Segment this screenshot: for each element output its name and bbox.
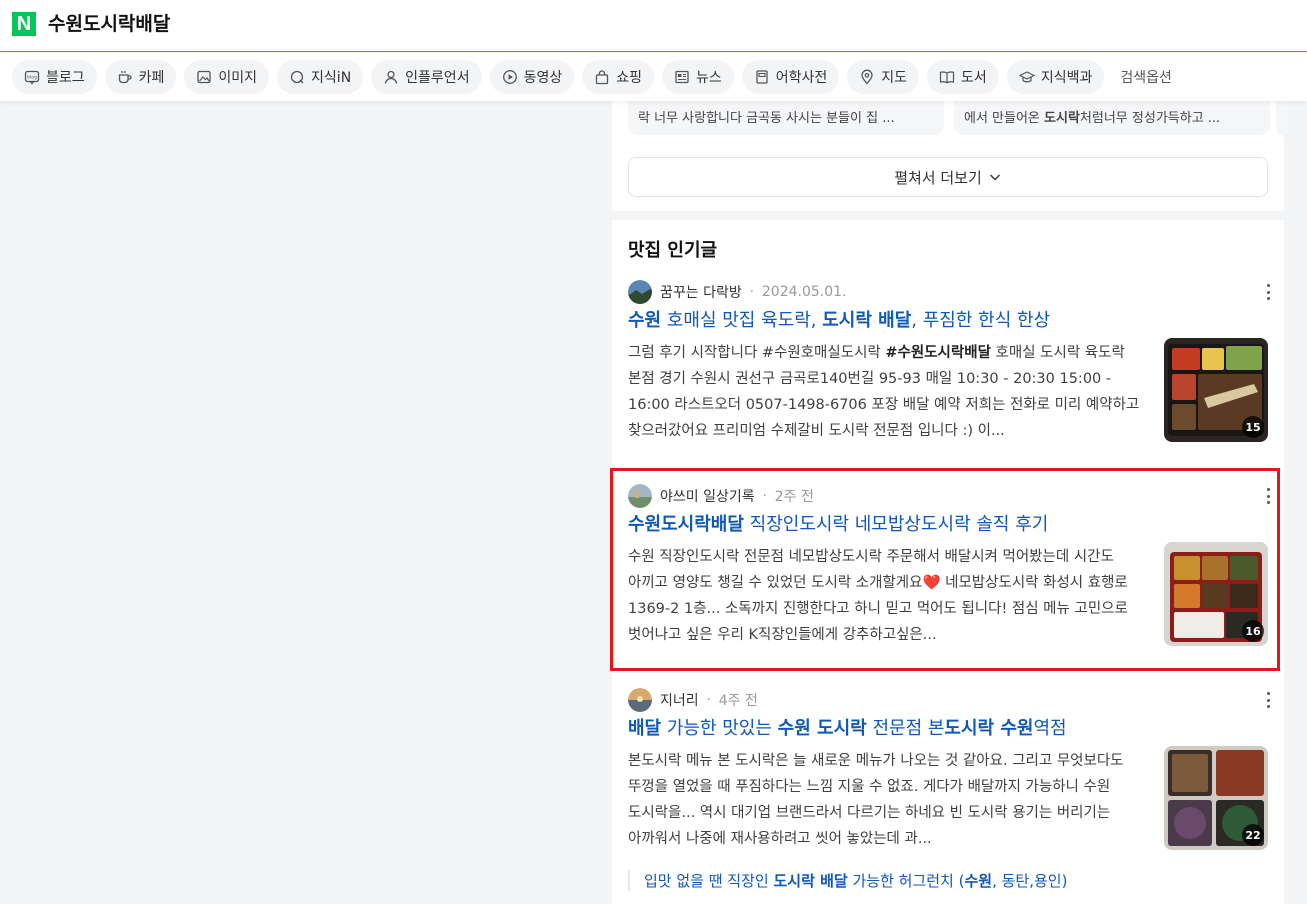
post-author[interactable]: 야쓰미 일상기록 [660,486,755,506]
search-header: N 수원도시락배달 [0,0,1307,52]
post-item: 야쓰미 일상기록 · 2주 전 수원도시락배달 직장인도시락 네모밥상도시락 솔… [612,484,1284,664]
tab-label: 인플루언서 [405,70,470,86]
post-item: 지너리 · 4주 전 배달 가능한 맛있는 수원 도시락 전문점 본도시락 수원… [612,688,1284,868]
news-icon [675,70,689,84]
post-title-link[interactable]: 수원도시락배달 직장인도시락 네모밥상도시락 솔직 후기 [628,510,1048,536]
cafe-icon [118,71,132,84]
related-post-link[interactable]: 입맛 없을 땐 직장인 도시락 배달 가능한 허그런치 (수원, 동탄,용인) [628,870,1268,891]
shopping-bag-icon [596,70,609,85]
tab-label: 지도 [881,70,908,86]
map-pin-icon [861,69,873,85]
tab-book[interactable]: 도서 [927,60,999,94]
tab-encyclopedia[interactable]: 지식백과 [1006,60,1105,94]
separator: · [706,692,711,708]
tab-video[interactable]: 동영상 [489,60,575,94]
image-count-badge: 22 [1242,824,1264,846]
naver-logo[interactable]: N [12,12,36,36]
tab-image[interactable]: 이미지 [184,60,270,94]
heart-emoji: ❤️ [922,575,941,591]
post-excerpt[interactable]: 본도시락 메뉴 본 도시락은 늘 새로운 메뉴가 나오는 것 같아요. 그리고 … [628,748,1148,852]
post-item: 꿈꾸는 다락방 · 2024.05.01. 수원 호매실 맛집 육도락, 도시락… [612,280,1284,460]
more-options-icon[interactable] [1266,692,1270,708]
tab-label: 지식iN [311,70,352,86]
more-options-icon[interactable] [1266,488,1270,504]
blog-icon: blog [24,70,40,85]
tab-label: 쇼핑 [616,70,642,86]
avatar[interactable] [628,688,652,712]
tab-label: 지식백과 [1040,70,1093,86]
tab-dictionary[interactable]: 어학사전 [741,60,840,94]
avatar[interactable] [628,484,652,508]
tab-label: 이미지 [218,70,258,86]
section-title: 맛집 인기글 [628,240,718,261]
dictionary-icon [756,70,768,84]
book-icon [939,71,955,84]
image-count-badge: 15 [1242,416,1264,438]
tab-map[interactable]: 지도 [847,60,920,94]
post-date: 4주 전 [718,693,758,709]
svg-text:blog: blog [27,75,37,81]
search-tab-bar: blog 블로그 카페 이미지 지식iN 인플루언서 동영상 쇼핑 뉴스 어학사… [0,53,1307,101]
tab-label: 블로그 [46,70,85,86]
snippet-card-edge [1276,101,1288,135]
post-excerpt[interactable]: 그럼 후기 시작합니다 #수원호매실도시락 #수원도시락배달 호매실 도시락 육… [628,340,1148,444]
tab-influencer[interactable]: 인플루언서 [371,60,482,94]
snippet-card[interactable]: 에서 만들어온 도시락처럼너무 정성가득하고 ... [954,101,1270,135]
snippet-card[interactable]: 락 너무 사랑합니다 금곡동 사시는 분들이 집 ... [628,101,944,135]
post-thumbnail[interactable]: 15 [1164,338,1268,442]
post-title-link[interactable]: 배달 가능한 맛있는 수원 도시락 전문점 본도시락 수원역점 [628,714,1067,740]
person-icon [385,70,398,84]
post-thumbnail[interactable]: 22 [1164,746,1268,850]
post-meta: 야쓰미 일상기록 · 2주 전 [628,484,814,508]
post-meta: 지너리 · 4주 전 [628,688,758,712]
search-query[interactable]: 수원도시락배달 [48,12,170,36]
separator: · [762,488,767,504]
search-options-button[interactable]: 검색옵션 [1112,67,1180,87]
snippet-text: 락 너무 사랑합니다 금곡동 사시는 분들이 집 ... [638,111,895,126]
tab-label: 도서 [961,70,987,86]
play-icon [502,70,517,84]
tab-label: 어학사전 [775,70,828,86]
post-meta: 꿈꾸는 다락방 · 2024.05.01. [628,280,846,304]
expand-more-button[interactable]: 펼쳐서 더보기 [628,157,1268,197]
tab-shopping[interactable]: 쇼핑 [582,60,654,94]
previous-section: 락 너무 사랑합니다 금곡동 사시는 분들이 집 ... 에서 만들어온 도시락… [612,101,1288,211]
tab-label: 뉴스 [695,70,722,86]
post-thumbnail[interactable]: 16 [1164,542,1268,646]
kin-icon [290,70,304,84]
post-author[interactable]: 꿈꾸는 다락방 [660,282,742,302]
post-excerpt[interactable]: 수원 직장인도시락 전문점 네모밥상도시락 주문해서 배달시켜 먹어봤는데 시간… [628,544,1148,648]
tab-blog[interactable]: blog 블로그 [12,60,97,94]
image-icon [197,70,212,84]
tab-label: 카페 [138,70,165,86]
avatar[interactable] [628,280,652,304]
post-date: 2024.05.01. [761,284,847,300]
post-author[interactable]: 지너리 [660,690,699,710]
image-count-badge: 16 [1242,620,1264,642]
more-options-icon[interactable] [1266,284,1270,300]
graduation-cap-icon [1018,71,1035,83]
post-date: 2주 전 [774,489,814,505]
popular-restaurant-posts-section: 맛집 인기글 꿈꾸는 다락방 · 2024.05.01. 수원 호매실 맛집 육… [612,220,1284,904]
chevron-down-icon [989,174,1000,181]
snippet-text: 에서 만들어온 도시락처럼너무 정성가득하고 ... [964,111,1221,126]
expand-label: 펼쳐서 더보기 [894,168,982,187]
tab-news[interactable]: 뉴스 [661,60,734,94]
tab-label: 동영상 [523,70,563,86]
tab-cafe[interactable]: 카페 [104,60,177,94]
separator: · [749,284,754,300]
post-title-link[interactable]: 수원 호매실 맛집 육도락, 도시락 배달, 푸짐한 한식 한상 [628,306,1050,332]
tab-kin[interactable]: 지식iN [277,60,364,94]
